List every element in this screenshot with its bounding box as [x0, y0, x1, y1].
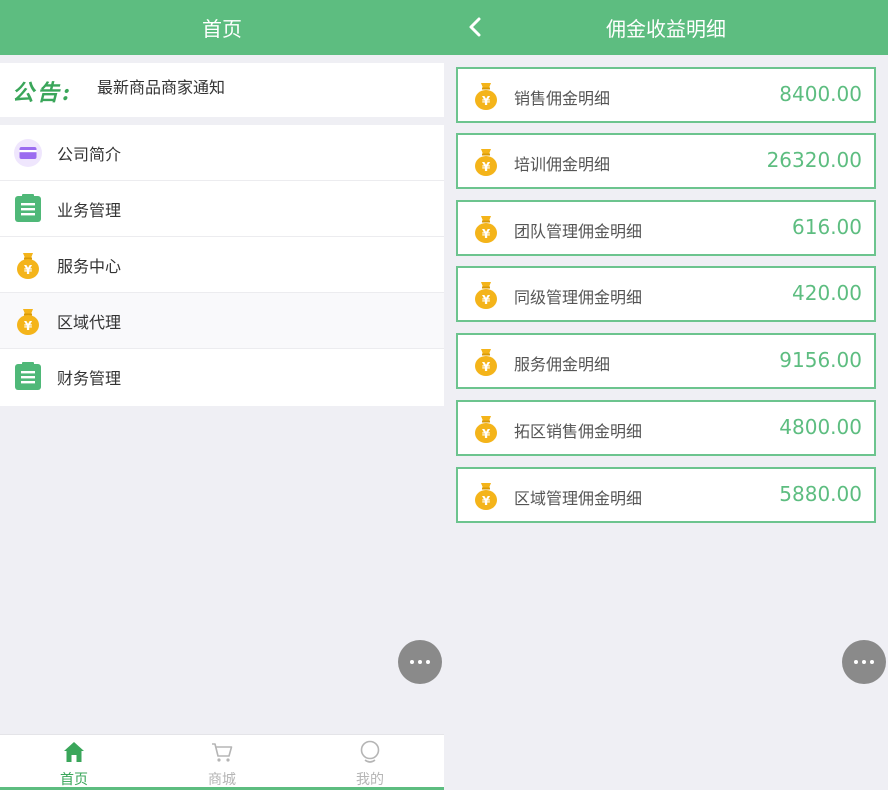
commission-amount: 616.00 [792, 215, 862, 239]
money-bag-icon: ¥ [475, 483, 497, 510]
menu-item-label: 业务管理 [57, 201, 122, 220]
svg-text:¥: ¥ [482, 293, 491, 307]
money-bag-icon: ¥ [475, 83, 497, 110]
more-button[interactable] [398, 640, 442, 684]
more-button[interactable] [842, 640, 886, 684]
menu-item-label: 服务中心 [57, 257, 122, 276]
more-dots-icon [854, 660, 874, 664]
svg-text:¥: ¥ [482, 427, 491, 441]
chevron-left-icon [469, 17, 481, 37]
commission-label: 销售佣金明细 [514, 89, 611, 108]
svg-text:¥: ¥ [24, 319, 33, 333]
cart-icon [212, 743, 233, 762]
back-button[interactable] [460, 12, 490, 42]
clipboard-icon [15, 362, 41, 390]
commission-amount: 9156.00 [779, 348, 862, 372]
commission-amount: 420.00 [792, 281, 862, 305]
commission-label: 拓区销售佣金明细 [514, 422, 643, 441]
commission-label: 同级管理佣金明细 [514, 288, 643, 307]
svg-text:¥: ¥ [482, 360, 491, 374]
commission-amount: 4800.00 [779, 415, 862, 439]
money-bag-icon: ¥ [17, 309, 39, 335]
tab-label: 我的 [356, 772, 384, 788]
tab-bar: 首页 商城 我的 [0, 734, 444, 790]
commission-amount: 8400.00 [779, 82, 862, 106]
menu-item-service-center[interactable]: ¥ 服务中心 [0, 237, 444, 293]
more-dots-icon [410, 660, 430, 664]
commission-item-training[interactable]: ¥ 培训佣金明细 26320.00 [456, 133, 876, 189]
svg-text:¥: ¥ [482, 227, 491, 241]
money-bag-icon: ¥ [475, 416, 497, 443]
commission-item-peer-management[interactable]: ¥ 同级管理佣金明细 420.00 [456, 266, 876, 322]
notice-text[interactable]: 最新商品商家通知 [97, 74, 225, 98]
svg-text:¥: ¥ [24, 263, 33, 277]
money-bag-icon: ¥ [17, 253, 39, 279]
money-bag-icon: ¥ [475, 282, 497, 309]
money-bag-icon: ¥ [475, 149, 497, 176]
commission-label: 服务佣金明细 [514, 355, 611, 374]
menu-item-regional-agent[interactable]: ¥ 区域代理 [0, 293, 444, 349]
card-icon [14, 139, 42, 167]
commission-amount: 26320.00 [766, 148, 862, 172]
commission-item-expansion-sales[interactable]: ¥ 拓区销售佣金明细 4800.00 [456, 400, 876, 456]
app-stage: 首页 公告: 最新商品商家通知 公司简介 业务管理 ¥ 服务中心 ¥ 区域代理 … [0, 0, 888, 790]
commission-label: 区域管理佣金明细 [514, 489, 643, 508]
menu-item-company-intro[interactable]: 公司简介 [0, 125, 444, 181]
svg-text:¥: ¥ [482, 160, 491, 174]
commission-item-team-management[interactable]: ¥ 团队管理佣金明细 616.00 [456, 200, 876, 256]
commission-screen: 佣金收益明细 ¥ 销售佣金明细 8400.00 ¥ 培训佣金明细 26320.0… [444, 0, 888, 790]
home-menu: 公司简介 业务管理 ¥ 服务中心 ¥ 区域代理 财务管理 [0, 125, 444, 406]
svg-text:¥: ¥ [482, 494, 491, 508]
home-icon [64, 742, 84, 762]
tab-home[interactable]: 首页 [0, 735, 148, 790]
commission-label: 培训佣金明细 [514, 155, 611, 174]
commission-amount: 5880.00 [779, 482, 862, 506]
home-screen: 首页 公告: 最新商品商家通知 公司简介 业务管理 ¥ 服务中心 ¥ 区域代理 … [0, 0, 444, 790]
commission-item-regional-management[interactable]: ¥ 区域管理佣金明细 5880.00 [456, 467, 876, 523]
page-title: 首页 [202, 17, 242, 41]
menu-item-label: 区域代理 [57, 313, 122, 332]
notice-tag: 公告: [12, 80, 74, 106]
money-bag-icon: ¥ [475, 349, 497, 376]
svg-text:¥: ¥ [482, 94, 491, 108]
home-navbar: 首页 [0, 0, 444, 55]
notice-bar[interactable]: 公告: 最新商品商家通知 [0, 63, 444, 117]
commission-navbar: 佣金收益明细 [444, 0, 888, 55]
tab-mall[interactable]: 商城 [148, 735, 296, 790]
menu-item-label: 公司简介 [57, 145, 122, 164]
user-icon [360, 740, 380, 763]
commission-item-sales[interactable]: ¥ 销售佣金明细 8400.00 [456, 67, 876, 123]
tab-label: 商城 [208, 772, 236, 788]
commission-item-service[interactable]: ¥ 服务佣金明细 9156.00 [456, 333, 876, 389]
menu-item-label: 财务管理 [57, 369, 122, 388]
menu-item-finance-management[interactable]: 财务管理 [0, 349, 444, 405]
tab-mine[interactable]: 我的 [296, 735, 444, 790]
page-title: 佣金收益明细 [606, 17, 726, 41]
commission-label: 团队管理佣金明细 [514, 222, 643, 241]
clipboard-icon [15, 194, 41, 222]
tab-label: 首页 [60, 772, 88, 788]
menu-item-business-management[interactable]: 业务管理 [0, 181, 444, 237]
money-bag-icon: ¥ [475, 216, 497, 243]
